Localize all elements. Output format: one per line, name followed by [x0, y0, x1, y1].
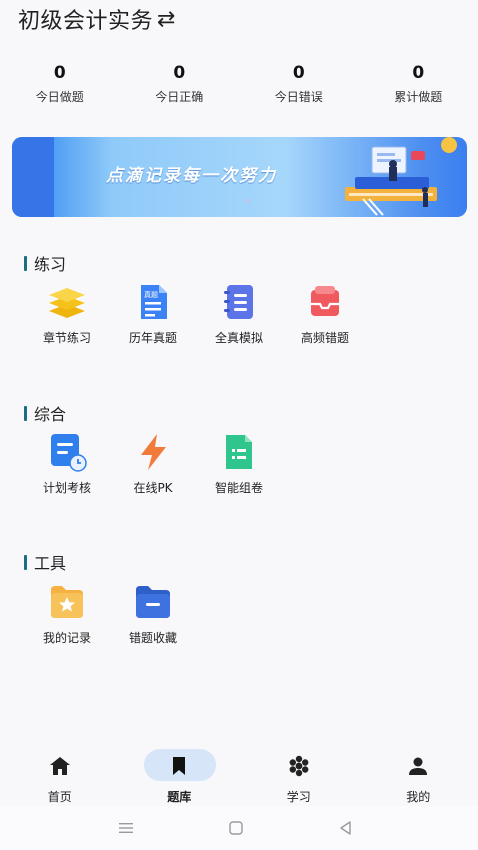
menu-icon[interactable]	[116, 818, 136, 838]
section-title-practice: 练习	[24, 251, 66, 275]
promo-banner[interactable]: 点滴记录每一次努力	[12, 137, 467, 217]
chapter-practice-button[interactable]: 章节练习	[24, 282, 110, 346]
stat-label: 今日做题	[35, 90, 84, 104]
practice-grid: 章节练习 真题 历年真题 全真模拟 高频错题	[24, 282, 368, 346]
item-label: 计划考核	[42, 481, 91, 495]
bookmark-icon	[173, 757, 186, 775]
study-illustration-icon	[345, 137, 457, 216]
document-icon: 真题	[141, 285, 167, 319]
section-marker	[24, 554, 27, 570]
past-exam-tag: 真题	[144, 290, 158, 299]
tab-label: 首页	[47, 790, 72, 804]
hexagons-icon	[289, 755, 309, 777]
star-folder-icon	[51, 586, 83, 618]
comprehensive-grid: 计划考核 在线PK 智能组卷	[24, 432, 282, 496]
header: 初级会计实务 ⇄	[18, 2, 175, 36]
stat-value: 0	[53, 63, 66, 83]
section-marker	[24, 405, 27, 421]
home-square-icon[interactable]	[226, 818, 246, 838]
item-label: 我的记录	[42, 631, 91, 645]
tab-label: 我的	[406, 790, 431, 804]
mock-exam-button[interactable]: 全真模拟	[196, 282, 282, 346]
tab-question-bank[interactable]: 题库	[120, 744, 240, 806]
stat-today-wrong: 0 今日错误	[239, 62, 359, 105]
banner-indicator	[244, 199, 250, 203]
stat-value: 0	[412, 63, 425, 83]
swap-arrows-icon[interactable]: ⇄	[157, 7, 175, 32]
inbox-icon	[311, 286, 339, 316]
tab-mine[interactable]: 我的	[359, 744, 478, 806]
item-label: 智能组卷	[214, 481, 263, 495]
item-label: 高频错题	[300, 331, 349, 345]
page-title: 初级会计实务	[18, 9, 154, 34]
stats-row: 0 今日做题 0 今日正确 0 今日错误 0 累计做题	[0, 62, 478, 105]
plan-clock-icon	[51, 434, 87, 472]
section-label: 综合	[34, 405, 67, 424]
item-label: 全真模拟	[214, 331, 263, 345]
stat-today-correct: 0 今日正确	[120, 62, 240, 105]
item-label: 历年真题	[128, 331, 177, 345]
section-marker	[24, 255, 27, 271]
stat-value: 0	[173, 63, 186, 83]
stat-today-answered: 0 今日做题	[0, 62, 120, 105]
section-title-tools: 工具	[24, 550, 66, 574]
stat-label: 今日错误	[274, 90, 323, 104]
frequent-mistakes-button[interactable]: 高频错题	[282, 282, 368, 346]
banner-strip	[12, 137, 54, 217]
bottom-tab-bar: 首页 题库 学习 我的	[0, 744, 478, 806]
tab-home[interactable]: 首页	[0, 744, 120, 806]
stat-label: 累计做题	[394, 90, 443, 104]
wrong-question-favorites-button[interactable]: 错题收藏	[110, 582, 196, 646]
list-doc-icon	[226, 435, 252, 469]
stat-label: 今日正确	[155, 90, 204, 104]
home-icon	[49, 757, 70, 775]
my-records-button[interactable]: 我的记录	[24, 582, 110, 646]
layers-icon	[49, 288, 85, 318]
folder-icon	[136, 586, 170, 618]
lightning-icon	[141, 434, 166, 470]
smart-paper-button[interactable]: 智能组卷	[196, 432, 282, 496]
past-exams-button[interactable]: 真题 历年真题	[110, 282, 196, 346]
section-label: 工具	[34, 554, 67, 573]
system-nav-bar	[0, 806, 478, 850]
item-label: 在线PK	[133, 481, 173, 495]
item-label: 章节练习	[42, 331, 91, 345]
section-label: 练习	[34, 255, 67, 274]
item-label: 错题收藏	[128, 631, 177, 645]
tools-grid: 我的记录 错题收藏	[24, 582, 196, 646]
stat-value: 0	[292, 63, 305, 83]
person-icon	[409, 757, 428, 775]
plan-assessment-button[interactable]: 计划考核	[24, 432, 110, 496]
back-triangle-icon[interactable]	[336, 818, 356, 838]
online-pk-button[interactable]: 在线PK	[110, 432, 196, 496]
tab-study[interactable]: 学习	[239, 744, 359, 806]
stat-total-answered: 0 累计做题	[359, 62, 478, 105]
tab-label: 题库	[167, 790, 192, 804]
tab-label: 学习	[286, 790, 311, 804]
banner-slogan: 点滴记录每一次努力	[106, 166, 277, 186]
notebook-icon	[224, 285, 253, 319]
section-title-comprehensive: 综合	[24, 401, 66, 425]
